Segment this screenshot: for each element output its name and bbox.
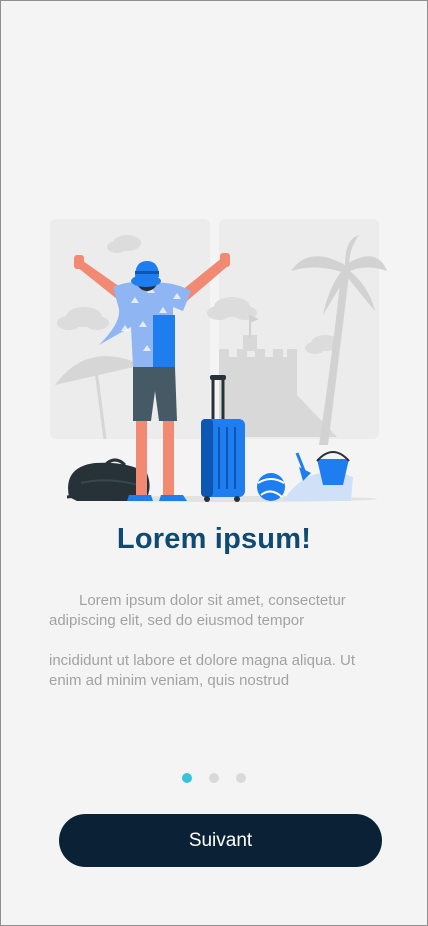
description-text: Lorem ipsum dolor sit amet, consectetur … [49, 591, 369, 711]
page-dot-2[interactable] [209, 773, 219, 783]
page-dot-3[interactable] [236, 773, 246, 783]
page-dot-1[interactable] [182, 773, 192, 783]
page-indicator [1, 773, 427, 785]
description-paragraph-2: incididunt ut labore et dolore magna ali… [49, 652, 356, 689]
next-button[interactable]: Suivant [59, 814, 382, 867]
traveler-beach-illustration [50, 219, 387, 502]
description-paragraph-1: Lorem ipsum dolor sit amet, consectetur … [49, 592, 346, 629]
page-title: Lorem ipsum! [116, 523, 312, 555]
onboarding-screen: Lorem ipsum! Lorem ipsum dolor sit amet,… [0, 0, 428, 926]
